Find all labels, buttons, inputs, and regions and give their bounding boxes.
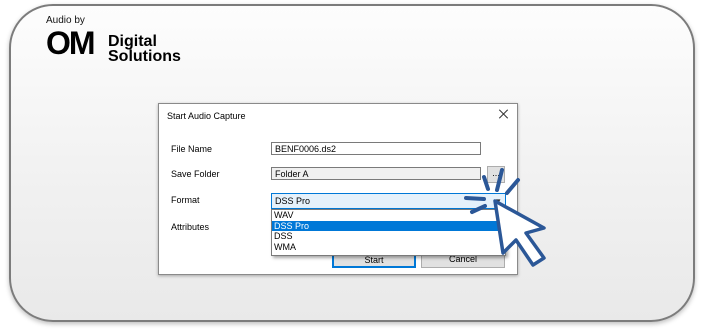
dialog-titlebar: Start Audio Capture bbox=[159, 104, 517, 126]
format-selected-value: DSS Pro bbox=[275, 196, 311, 206]
file-name-label: File Name bbox=[171, 144, 213, 154]
file-name-field[interactable]: BENF0006.ds2 bbox=[271, 142, 481, 155]
attributes-label: Attributes bbox=[171, 222, 210, 232]
logo-line-1: Digital bbox=[108, 33, 157, 50]
dialog-title: Start Audio Capture bbox=[167, 111, 246, 121]
format-label: Format bbox=[171, 195, 200, 205]
logo-line-2: Solutions bbox=[108, 48, 181, 65]
om-digital-solutions-logo: Audio by OM Digital Solutions bbox=[46, 15, 206, 75]
close-icon[interactable] bbox=[497, 107, 511, 121]
logo-mark: OM bbox=[46, 25, 96, 61]
save-folder-field[interactable]: Folder A bbox=[271, 167, 481, 180]
save-folder-label: Save Folder bbox=[171, 169, 220, 179]
click-cursor-icon bbox=[464, 168, 546, 267]
